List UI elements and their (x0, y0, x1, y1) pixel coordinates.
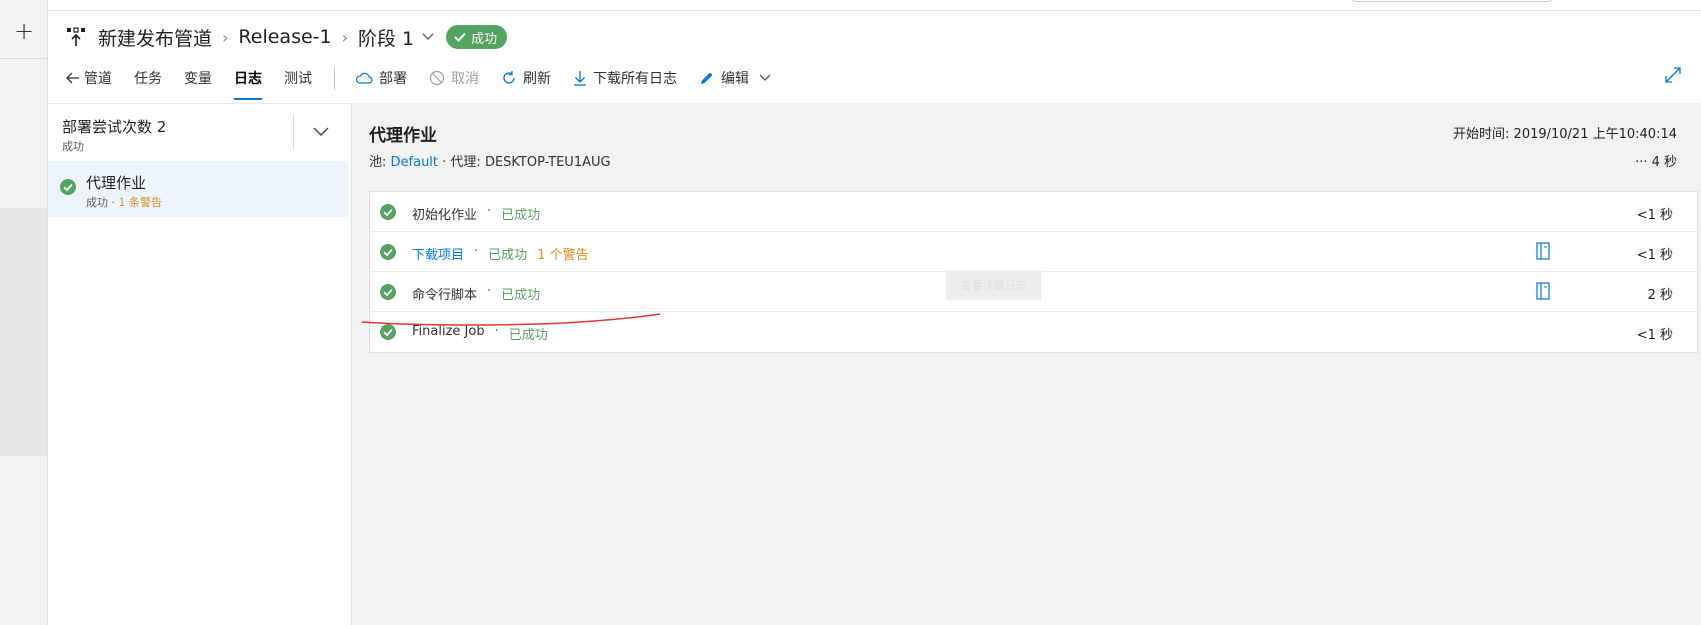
start-time: 开始时间: 2019/10/21 上午10:40:14 (1453, 127, 1677, 142)
edit-label: 编辑 (721, 71, 749, 87)
view-log-icon[interactable] (1536, 242, 1550, 264)
separator-dot: · (487, 204, 492, 219)
job-item-status: 成功 · (86, 196, 119, 209)
tab-label: 日志 (234, 71, 262, 87)
separator-dot: · (474, 244, 479, 259)
breadcrumb-chevron-icon: › (222, 27, 229, 47)
download-icon (574, 71, 586, 86)
attempt-title: 部署尝试次数 2 (62, 118, 167, 136)
check-icon (454, 32, 466, 42)
refresh-button[interactable]: 刷新 (501, 68, 551, 88)
step-row[interactable]: 初始化作业 · 已成功 <1 秒 (370, 192, 1697, 232)
tab-label: 变量 (184, 71, 212, 87)
status-badge: 成功 (446, 25, 508, 49)
status-badge-label: 成功 (471, 31, 498, 47)
deployment-attempt: 部署尝试次数 2 成功 (62, 116, 166, 154)
release-pipeline-icon (66, 26, 88, 48)
view-log-tooltip: 查看详细日志 (946, 270, 1041, 300)
job-duration: ··· 4 秒 (1635, 155, 1677, 170)
cancel-icon (429, 70, 445, 86)
cancel-label: 取消 (451, 71, 479, 87)
step-status: 已成功 (488, 248, 528, 263)
separator-dot: · (487, 284, 492, 299)
refresh-label: 刷新 (523, 71, 551, 87)
pool-label: 池: (369, 155, 391, 170)
job-item-name: 代理作业 (86, 174, 147, 192)
toolbar: 管道 任务 变量 日志 测试 部署 取消 刷新 下载所有日志 编辑 (66, 62, 793, 100)
top-divider (48, 10, 1701, 11)
tab-tests[interactable]: 测试 (284, 62, 312, 94)
deploy-label: 部署 (379, 71, 407, 87)
rail-divider (0, 58, 48, 59)
success-check-icon (60, 179, 76, 199)
toolbar-divider (334, 66, 335, 90)
cloud-icon (355, 72, 373, 84)
step-warning: 1 个警告 (537, 248, 589, 263)
agent-name: DESKTOP-TEU1AUG (484, 155, 611, 170)
download-logs-label: 下载所有日志 (593, 71, 677, 87)
success-check-icon (380, 204, 396, 224)
pipeline-name[interactable]: 新建发布管道 (98, 24, 212, 51)
job-list-panel: 部署尝试次数 2 成功 代理作业 成功 · 1 条警告 (48, 103, 351, 625)
pool-link[interactable]: Default (391, 155, 439, 170)
stage-name[interactable]: 阶段 1 (358, 24, 414, 51)
chevron-down-icon[interactable] (313, 122, 329, 141)
view-log-icon[interactable] (1536, 282, 1550, 304)
release-name[interactable]: Release-1 (238, 26, 331, 48)
step-duration: <1 秒 (1636, 208, 1673, 223)
search-box[interactable] (1352, 0, 1552, 2)
job-item-warning: 1 条警告 (118, 196, 163, 209)
fullscreen-icon[interactable] (1664, 66, 1682, 88)
success-check-icon (380, 284, 396, 304)
step-duration: <1 秒 (1636, 248, 1673, 263)
job-info: 池: Default · 代理: DESKTOP-TEU1AUG (369, 151, 611, 170)
job-list-item[interactable]: 代理作业 成功 · 1 条警告 (48, 161, 348, 217)
download-logs-button[interactable]: 下载所有日志 (573, 68, 677, 88)
job-details-panel: 代理作业 池: Default · 代理: DESKTOP-TEU1AUG 开始… (351, 103, 1701, 625)
tab-variables[interactable]: 变量 (184, 62, 212, 94)
cancel-button[interactable]: 取消 (429, 68, 479, 88)
step-name[interactable]: 下载项目 (412, 244, 464, 263)
attempt-divider (293, 114, 294, 150)
breadcrumb: 新建发布管道 › Release-1 › 阶段 1 成功 (66, 22, 508, 52)
tab-label: 管道 (84, 71, 112, 87)
breadcrumb-chevron-icon: › (341, 27, 349, 47)
step-name: 命令行脚本 (412, 288, 478, 303)
back-arrow-icon (66, 72, 79, 84)
rail-active-section (0, 208, 47, 456)
tab-tasks[interactable]: 任务 (134, 62, 162, 94)
tab-logs[interactable]: 日志 (234, 62, 262, 100)
step-status: 已成功 (501, 208, 541, 223)
step-status: 已成功 (501, 288, 541, 303)
success-check-icon (380, 244, 396, 264)
edit-button[interactable]: 编辑 (699, 68, 771, 88)
tab-label: 任务 (134, 71, 162, 87)
attempt-status: 成功 (62, 140, 84, 153)
step-name: 初始化作业 (412, 208, 478, 223)
deploy-button[interactable]: 部署 (355, 68, 407, 88)
step-duration: <1 秒 (1636, 328, 1673, 343)
left-rail: + (0, 0, 48, 625)
pencil-icon (701, 72, 713, 84)
agent-label: · 代理: (438, 155, 485, 170)
step-label: 命令行脚本 · 已成功 (412, 284, 540, 303)
step-label: 初始化作业 · 已成功 (412, 204, 540, 223)
tab-pipeline[interactable]: 管道 (66, 62, 112, 94)
refresh-icon (503, 71, 515, 84)
step-label: 下载项目 · 已成功 1 个警告 (412, 244, 589, 263)
step-row[interactable]: 下载项目 · 已成功 1 个警告 <1 秒 (370, 232, 1697, 272)
job-item-meta: 成功 · 1 条警告 (86, 194, 162, 210)
step-duration: 2 秒 (1647, 288, 1673, 303)
chevron-down-icon[interactable] (422, 29, 434, 45)
chevron-down-icon (759, 74, 771, 81)
tab-label: 测试 (284, 71, 312, 87)
job-title: 代理作业 (369, 126, 437, 146)
add-icon[interactable]: + (12, 19, 36, 44)
red-underline-annotation (361, 313, 661, 326)
